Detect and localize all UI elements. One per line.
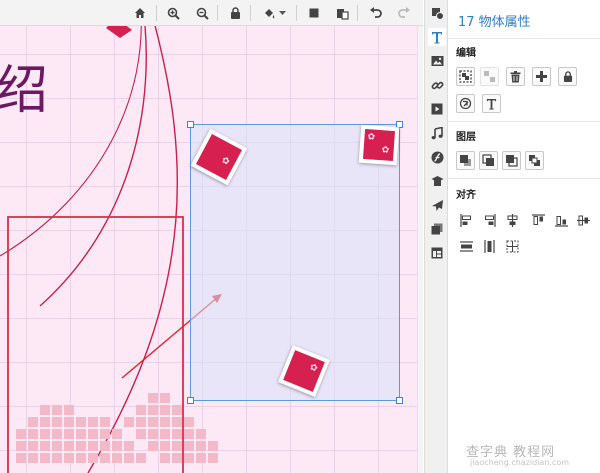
music-icon[interactable]: [428, 124, 446, 142]
flash-icon[interactable]: [428, 148, 446, 166]
section-align-label: 对齐: [456, 190, 476, 201]
distribute-vertical-icon[interactable]: [482, 239, 496, 253]
plane-icon[interactable]: [428, 196, 446, 214]
copy-icon[interactable]: [305, 4, 323, 22]
align-center-horizontal-icon[interactable]: [505, 213, 519, 227]
rotate-button[interactable]: [456, 94, 475, 113]
fill-color-icon[interactable]: [260, 4, 278, 22]
distribute-horizontal-icon[interactable]: [459, 239, 473, 253]
align-left-icon[interactable]: [459, 213, 473, 227]
text-icon[interactable]: [428, 28, 446, 46]
lock-icon[interactable]: [226, 4, 244, 22]
text-button[interactable]: [482, 94, 501, 113]
watermark-url: jiaocheng.chazidian.com: [470, 458, 570, 467]
bring-forward-button[interactable]: [479, 151, 498, 170]
delete-button[interactable]: [506, 67, 525, 86]
slide-heading-text[interactable]: 绍: [0, 48, 50, 123]
zoom-in-icon[interactable]: [164, 4, 182, 22]
send-backward-button[interactable]: [502, 151, 521, 170]
align-top-icon[interactable]: [531, 213, 545, 227]
lock-object-button[interactable]: [558, 67, 577, 86]
align-bottom-icon[interactable]: [554, 213, 568, 227]
layout-icon[interactable]: [428, 244, 446, 262]
zoom-out-icon[interactable]: [193, 4, 211, 22]
link-icon[interactable]: [428, 76, 446, 94]
canvas-scrollbar[interactable]: [417, 26, 423, 473]
resize-handle-bottom-left[interactable]: [187, 397, 194, 404]
paste-icon[interactable]: [333, 4, 351, 22]
align-center-icon[interactable]: [505, 239, 519, 253]
pile-icon[interactable]: [428, 172, 446, 190]
video-icon[interactable]: [428, 100, 446, 118]
redo-icon[interactable]: [395, 4, 413, 22]
canvas-toolbar: [0, 0, 423, 26]
panel-title: 17 物体属性: [458, 15, 531, 30]
properties-panel: 17 物体属性 编辑 图层 对齐 查字典 教程网 jiaocheng.chazi…: [448, 0, 600, 473]
align-right-icon[interactable]: [482, 213, 496, 227]
section-layer-label: 图层: [456, 132, 476, 143]
resize-handle-bottom-right[interactable]: [396, 397, 403, 404]
resize-handle-top-left[interactable]: [187, 121, 194, 128]
undo-icon[interactable]: [366, 4, 384, 22]
ungroup-button[interactable]: [480, 67, 499, 86]
add-button[interactable]: [532, 67, 551, 86]
photo-card[interactable]: ✿ ✿: [358, 124, 400, 166]
bring-to-front-button[interactable]: [456, 151, 475, 170]
layers-icon[interactable]: [428, 220, 446, 238]
group-button[interactable]: [456, 67, 475, 86]
shape-icon[interactable]: [428, 4, 446, 22]
chevron-down-icon[interactable]: [277, 4, 287, 22]
slide-canvas[interactable]: 绍 ✿ ✿ ✿ ✿: [0, 26, 423, 473]
image-icon[interactable]: [428, 52, 446, 70]
send-to-back-button[interactable]: [525, 151, 544, 170]
home-icon[interactable]: [131, 4, 149, 22]
align-middle-vertical-icon[interactable]: [576, 213, 590, 227]
object-type-bar: [424, 0, 448, 473]
section-edit-label: 编辑: [456, 48, 476, 59]
